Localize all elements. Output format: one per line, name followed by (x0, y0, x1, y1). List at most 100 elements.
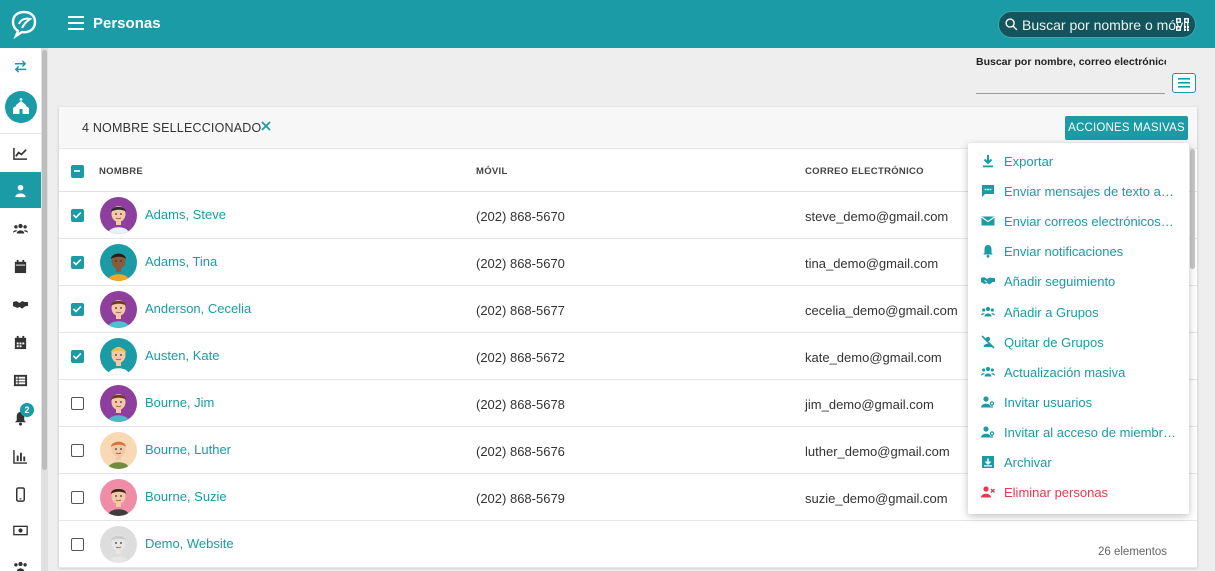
menu-item-enviar-correos-electronicos-a-los-seleccionados[interactable]: Enviar correos electrónicos a los selecc… (968, 206, 1189, 236)
menu-item-archivar[interactable]: Archivar (968, 447, 1189, 477)
menu-item-anadir-a-grupos[interactable]: Añadir a Grupos (968, 297, 1189, 327)
swap-icon[interactable] (0, 48, 41, 84)
mobile-icon[interactable] (0, 476, 41, 512)
archive-icon (982, 456, 994, 468)
person-name-link[interactable]: Bourne, Luther (145, 442, 231, 457)
column-header-name[interactable]: NOMBRE (99, 166, 143, 177)
person-email: kate_demo@gmail.com (805, 350, 942, 365)
person-phone: (202) 868-5679 (476, 491, 565, 506)
menu-item-enviar-notificaciones[interactable]: Enviar notificaciones (968, 236, 1189, 266)
money-icon[interactable] (0, 512, 41, 548)
menu-item-label: Añadir a Grupos (1004, 304, 1099, 320)
menu-item-label: Archivar (1004, 455, 1052, 470)
selection-count: 4 NOMBRE SELLECCIONADO (82, 121, 262, 135)
table-scroll-thumb[interactable] (1190, 149, 1195, 269)
notification-badge: 2 (20, 403, 34, 417)
menu-item-label: Enviar notificaciones (1004, 244, 1124, 260)
menu-item-label: Exportar (1004, 154, 1054, 169)
avatar (100, 197, 137, 234)
sidebar-scroll-thumb[interactable] (42, 50, 47, 470)
menu-item-actualizacion-masiva[interactable]: Actualización masiva (968, 357, 1189, 387)
group-remove-icon (981, 335, 995, 349)
church-icon[interactable] (5, 91, 37, 123)
global-search-input[interactable]: Buscar por nombre o móvil (998, 11, 1196, 38)
menu-item-anadir-seguimiento[interactable]: Añadir seguimiento (968, 266, 1189, 296)
menu-item-label: Quitar de Grupos (1004, 334, 1104, 350)
download-icon (983, 155, 993, 168)
avatar (100, 244, 137, 281)
menu-item-label: Invitar usuarios (1004, 394, 1093, 410)
sidebar-scrollbar[interactable] (41, 48, 48, 571)
row-checkbox[interactable] (71, 397, 84, 410)
row-checkbox[interactable] (71, 209, 84, 222)
menu-item-invitar-usuarios[interactable]: Invitar usuarios (968, 387, 1189, 417)
person-phone: (202) 868-5670 (476, 256, 565, 271)
filter-input[interactable] (976, 93, 1165, 94)
row-checkbox[interactable] (71, 256, 84, 269)
person-name-link[interactable]: Adams, Tina (145, 254, 217, 269)
person-phone: (202) 868-5672 (476, 350, 565, 365)
mass-actions-button[interactable]: ACCIONES MASIVAS (1065, 116, 1188, 140)
person-phone: (202) 868-5677 (476, 303, 565, 318)
groups-icon[interactable] (0, 210, 41, 246)
sms-icon (982, 185, 994, 198)
user-remove-icon (981, 486, 995, 498)
person-email: jim_demo@gmail.com (805, 397, 934, 412)
menu-item-enviar-mensajes-de-texto-a-los-seleccionados[interactable]: Enviar mensajes de texto a los seleccion… (968, 176, 1189, 206)
settings-people-icon[interactable] (0, 548, 41, 571)
person-phone: (202) 868-5678 (476, 397, 565, 412)
menu-item-label: Enviar correos electrónicos a los selecc… (1004, 214, 1176, 230)
person-name-link[interactable]: Austen, Kate (145, 348, 219, 363)
calendar-icon[interactable] (0, 248, 41, 284)
top-bar: Personas Buscar por nombre o móvil (0, 0, 1215, 48)
menu-item-exportar[interactable]: Exportar (968, 146, 1189, 176)
select-all-checkbox[interactable] (71, 165, 84, 178)
person-email: tina_demo@gmail.com (805, 256, 939, 271)
menu-toggle-icon[interactable] (68, 16, 84, 30)
filter-button[interactable] (1172, 73, 1196, 93)
menu-item-label: Actualización masiva (1004, 364, 1126, 380)
person-name-link[interactable]: Demo, Website (145, 536, 234, 551)
person-phone: (202) 868-5676 (476, 444, 565, 459)
menu-item-invitar-al-acceso-de-miembros[interactable]: Invitar al acceso de miembros (968, 417, 1189, 447)
row-checkbox[interactable] (71, 444, 84, 457)
sidebar-divider (0, 133, 41, 134)
row-checkbox[interactable] (71, 491, 84, 504)
person-email: cecelia_demo@gmail.com (805, 303, 958, 318)
handshake-icon (981, 277, 995, 285)
clear-selection-icon[interactable] (260, 120, 272, 132)
person-name-link[interactable]: Bourne, Suzie (145, 489, 227, 504)
events-calendar-icon[interactable] (0, 324, 41, 360)
row-checkbox[interactable] (71, 538, 84, 551)
table-row[interactable]: Demo, Website (59, 521, 1197, 568)
trending-chart-icon[interactable] (0, 135, 41, 171)
list-icon[interactable] (0, 362, 41, 398)
menu-item-label: Invitar al acceso de miembros (1004, 424, 1176, 440)
person-icon[interactable] (0, 172, 41, 208)
menu-item-eliminar-personas[interactable]: Eliminar personas (968, 477, 1189, 507)
person-name-link[interactable]: Adams, Steve (145, 207, 226, 222)
row-checkbox[interactable] (71, 350, 84, 363)
page-title: Personas (93, 15, 161, 32)
row-checkbox[interactable] (71, 303, 84, 316)
person-email: suzie_demo@gmail.com (805, 491, 948, 506)
filter-list-icon (1178, 78, 1190, 88)
user-key-icon (981, 396, 995, 408)
menu-item-quitar-de-grupos[interactable]: Quitar de Grupos (968, 327, 1189, 357)
groups-icon (981, 366, 995, 377)
avatar (100, 338, 137, 375)
column-header-email[interactable]: CORREO ELECTRÓNICO (805, 166, 924, 177)
avatar (100, 526, 137, 563)
item-count: 26 elementos (1098, 546, 1168, 558)
qr-code-icon[interactable] (1176, 18, 1189, 31)
email-icon (981, 216, 995, 226)
person-name-link[interactable]: Bourne, Jim (145, 395, 214, 410)
app-logo-icon[interactable] (9, 9, 39, 39)
column-header-mobile[interactable]: MÓVIL (476, 166, 508, 177)
handshake-icon[interactable] (0, 286, 41, 322)
groups-icon (981, 306, 995, 316)
bar-chart-icon[interactable] (0, 438, 41, 474)
user-key-icon (981, 426, 995, 438)
person-name-link[interactable]: Anderson, Cecelia (145, 301, 251, 316)
menu-item-label: Enviar mensajes de texto a los seleccion… (1004, 184, 1176, 200)
